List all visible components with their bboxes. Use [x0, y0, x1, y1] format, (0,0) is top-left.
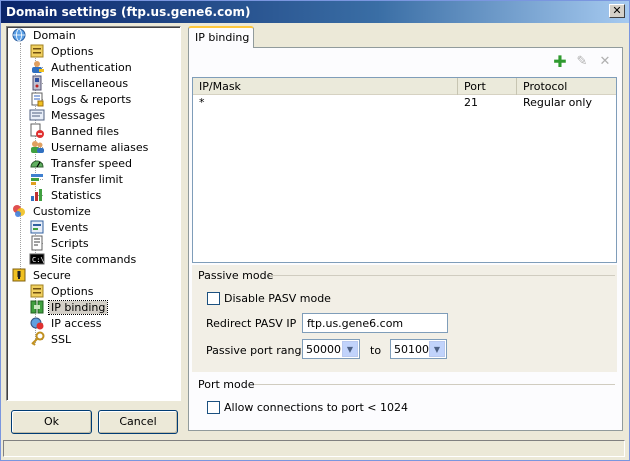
column-port[interactable]: Port: [458, 78, 517, 95]
tree-node-ip-binding[interactable]: IP binding: [29, 299, 109, 315]
window-title: Domain settings (ftp.us.gene6.com): [6, 5, 251, 19]
status-bar: [3, 440, 625, 457]
tree-node-banned-files[interactable]: Banned files: [29, 123, 121, 139]
port-range-to-value: 50100: [394, 343, 429, 356]
options-icon: [29, 43, 45, 59]
banned-file-icon: [29, 123, 45, 139]
disable-pasv-label: Disable PASV mode: [224, 292, 331, 305]
column-ip-mask[interactable]: IP/Mask: [193, 78, 458, 95]
tree-node-transfer-limit[interactable]: Transfer limit: [29, 171, 125, 187]
globe-icon: [11, 27, 27, 43]
cell-port: 21: [464, 96, 478, 109]
tree-node-scripts[interactable]: Scripts: [29, 235, 91, 251]
ip-binding-list[interactable]: IP/Mask Port Protocol * 21 Regular only: [192, 77, 617, 263]
tree-node-secure-options[interactable]: Options: [29, 283, 95, 299]
console-icon: C:\: [29, 251, 45, 267]
tree-node-domain[interactable]: Domain: [11, 27, 78, 43]
column-protocol[interactable]: Protocol: [517, 78, 616, 95]
port-range-from-value: 50000: [306, 343, 341, 356]
port-range-to-select[interactable]: 50100 ▼: [390, 339, 447, 359]
key-icon: [29, 331, 45, 347]
tree-node-domain-options[interactable]: Options: [29, 43, 95, 59]
title-bar: Domain settings (ftp.us.gene6.com): [1, 1, 629, 23]
passive-mode-title: Passive mode: [198, 269, 274, 282]
tree-node-messages[interactable]: Messages: [29, 107, 107, 123]
tree-node-statistics[interactable]: Statistics: [29, 187, 103, 203]
tree-node-username-aliases[interactable]: Username aliases: [29, 139, 150, 155]
tree-node-authentication[interactable]: Authentication: [29, 59, 134, 75]
passive-port-range-label: Passive port range: [206, 344, 309, 357]
device-icon: [29, 75, 45, 91]
port-range-from-select[interactable]: 50000 ▼: [302, 339, 360, 359]
tree-node-logs-reports[interactable]: Logs & reports: [29, 91, 133, 107]
tree-node-ssl[interactable]: SSL: [29, 331, 73, 347]
cell-ip: *: [199, 96, 205, 109]
ok-button[interactable]: Ok: [11, 410, 92, 434]
tree-node-transfer-speed[interactable]: Transfer speed: [29, 155, 134, 171]
list-header: IP/Mask Port Protocol: [193, 78, 616, 95]
range-to-label: to: [370, 344, 382, 357]
allow-low-ports-label: Allow connections to port < 1024: [224, 401, 408, 414]
cell-protocol: Regular only: [523, 96, 592, 109]
log-icon: [29, 91, 45, 107]
redirect-pasv-input[interactable]: [302, 313, 448, 333]
passive-mode-group: Passive mode Disable PASV mode Redirect …: [192, 265, 617, 372]
disable-pasv-checkbox[interactable]: [207, 292, 220, 305]
port-mode-group: Port mode Allow connections to port < 10…: [192, 374, 617, 424]
redirect-pasv-label: Redirect PASV IP: [206, 317, 297, 330]
ip-access-icon: [29, 315, 45, 331]
close-button[interactable]: ✕: [609, 4, 625, 18]
users-icon: [29, 139, 45, 155]
chart-icon: [29, 187, 45, 203]
message-icon: [29, 107, 45, 123]
settings-tree[interactable]: Domain Options Authentication Miscellane…: [6, 26, 181, 401]
add-icon[interactable]: ✚: [552, 54, 568, 70]
user-key-icon: [29, 59, 45, 75]
tree-node-site-commands[interactable]: C:\ Site commands: [29, 251, 138, 267]
events-icon: [29, 219, 45, 235]
tab-ip-binding[interactable]: IP binding: [188, 26, 254, 48]
chevron-down-icon[interactable]: ▼: [342, 341, 358, 357]
port-mode-title: Port mode: [198, 378, 255, 391]
tree-node-events[interactable]: Events: [29, 219, 90, 235]
edit-icon[interactable]: ✎: [574, 54, 590, 70]
tree-node-ip-access[interactable]: IP access: [29, 315, 103, 331]
tab-label: IP binding: [195, 31, 250, 44]
speedometer-icon: [29, 155, 45, 171]
limit-icon: [29, 171, 45, 187]
tree-node-customize[interactable]: Customize: [11, 203, 93, 219]
tree-node-secure[interactable]: Secure: [11, 267, 73, 283]
tree-node-miscellaneous[interactable]: Miscellaneous: [29, 75, 130, 91]
chevron-down-icon[interactable]: ▼: [429, 341, 445, 357]
ip-binding-icon: [29, 299, 45, 315]
allow-low-ports-checkbox[interactable]: [207, 401, 220, 414]
cancel-button[interactable]: Cancel: [98, 410, 178, 434]
script-icon: [29, 235, 45, 251]
lock-icon: [11, 267, 27, 283]
options-icon: [29, 283, 45, 299]
delete-icon[interactable]: ✕: [597, 54, 613, 70]
svg-text:C:\: C:\: [32, 256, 45, 264]
customize-icon: [11, 203, 27, 219]
